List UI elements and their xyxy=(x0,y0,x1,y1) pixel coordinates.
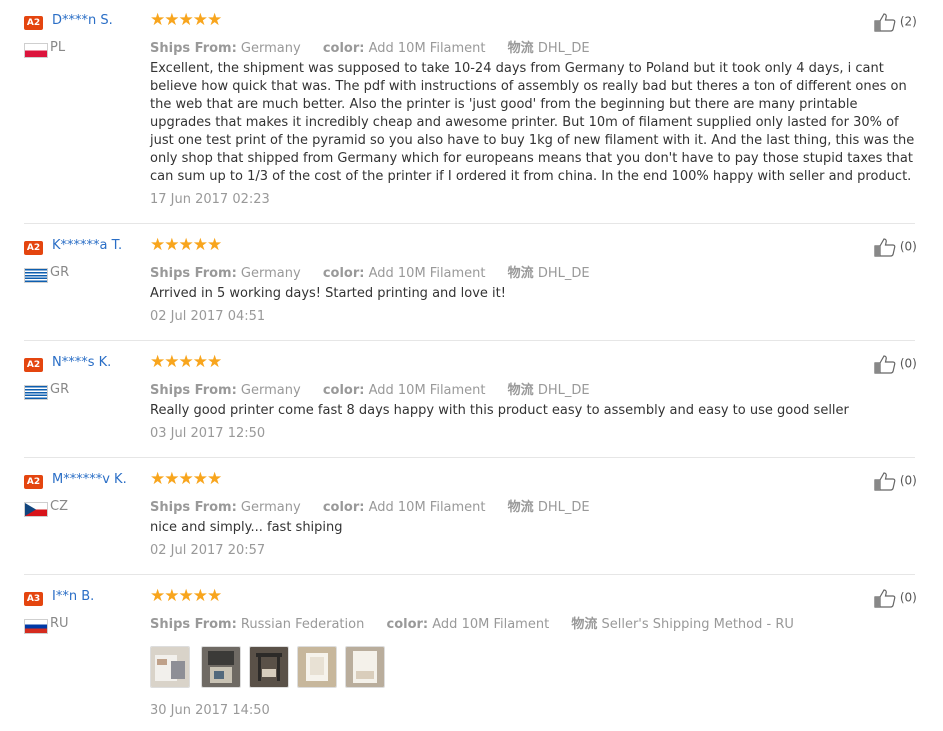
buyer-country: CZ xyxy=(50,499,68,514)
ships-from-value: Germany xyxy=(240,383,301,398)
order-info: Ships From: Germany color: Add 10M Filam… xyxy=(150,496,608,515)
like-button[interactable]: (0) xyxy=(874,471,917,491)
color-label: color: xyxy=(322,41,365,56)
review-photo-thumbnail[interactable] xyxy=(249,646,289,688)
logistics-label: 物流 xyxy=(507,266,534,281)
buyer-name-link[interactable]: D****n S. xyxy=(52,13,113,28)
review-date: 02 Jul 2017 20:57 xyxy=(150,543,266,558)
review-divider xyxy=(24,340,915,341)
buyer-level-badge: A2 xyxy=(24,475,43,489)
review-date: 17 Jun 2017 02:23 xyxy=(150,192,270,207)
ships-from-label: Ships From: xyxy=(150,41,237,56)
buyer-name-link[interactable]: I**n B. xyxy=(52,589,94,604)
buyer-name-link[interactable]: K******a T. xyxy=(52,238,122,253)
color-value: Add 10M Filament xyxy=(368,41,486,56)
flag-cz-icon xyxy=(24,502,48,517)
review-text: nice and simply... fast shiping xyxy=(150,520,343,535)
review-text: Excellent, the shipment was supposed to … xyxy=(150,61,915,184)
logistics-value: DHL_DE xyxy=(537,383,590,398)
review-date: 03 Jul 2017 12:50 xyxy=(150,426,266,441)
logistics-value: DHL_DE xyxy=(537,266,590,281)
buyer-level-badge: A2 xyxy=(24,241,43,255)
buyer-name-link[interactable]: M******v K. xyxy=(52,472,127,487)
color-label: color: xyxy=(322,266,365,281)
like-count: (2) xyxy=(899,14,917,29)
like-count: (0) xyxy=(899,473,917,488)
logistics-value: DHL_DE xyxy=(537,41,590,56)
like-button[interactable]: (2) xyxy=(874,12,917,32)
review-date: 02 Jul 2017 04:51 xyxy=(150,309,266,324)
logistics-label: 物流 xyxy=(507,383,534,398)
ships-from-label: Ships From: xyxy=(150,383,237,398)
review-divider xyxy=(24,223,915,224)
color-value: Add 10M Filament xyxy=(368,266,486,281)
review-divider xyxy=(24,574,915,575)
order-info: Ships From: Germany color: Add 10M Filam… xyxy=(150,379,608,398)
star-rating: ★★★★★ xyxy=(150,352,222,372)
review-date: 30 Jun 2017 14:50 xyxy=(150,703,270,718)
ships-from-value: Germany xyxy=(240,500,301,515)
logistics-label: 物流 xyxy=(507,500,534,515)
thumbs-up-icon xyxy=(874,355,896,374)
order-info: Ships From: Germany color: Add 10M Filam… xyxy=(150,262,608,281)
star-rating: ★★★★★ xyxy=(150,235,222,255)
review-photo-thumbnail[interactable] xyxy=(297,646,337,688)
color-value: Add 10M Filament xyxy=(368,500,486,515)
ships-from-label: Ships From: xyxy=(150,617,237,632)
review-photo-thumbnail[interactable] xyxy=(345,646,385,688)
thumbs-up-icon xyxy=(874,589,896,608)
flag-gr-icon xyxy=(24,385,48,400)
thumbs-up-icon xyxy=(874,238,896,257)
star-rating: ★★★★★ xyxy=(150,10,222,30)
buyer-country: PL xyxy=(50,40,66,55)
color-label: color: xyxy=(322,500,365,515)
review-photo-thumbnail[interactable] xyxy=(150,646,190,688)
flag-pl-icon xyxy=(24,43,48,58)
logistics-label: 物流 xyxy=(571,617,598,632)
ships-from-value: Russian Federation xyxy=(240,617,365,632)
ships-from-label: Ships From: xyxy=(150,500,237,515)
color-value: Add 10M Filament xyxy=(432,617,550,632)
star-rating: ★★★★★ xyxy=(150,469,222,489)
like-count: (0) xyxy=(899,356,917,371)
like-button[interactable]: (0) xyxy=(874,588,917,608)
thumbs-up-icon xyxy=(874,472,896,491)
buyer-level-badge: A2 xyxy=(24,358,43,372)
color-label: color: xyxy=(386,617,429,632)
like-button[interactable]: (0) xyxy=(874,354,917,374)
buyer-name-link[interactable]: N****s K. xyxy=(52,355,111,370)
logistics-label: 物流 xyxy=(507,41,534,56)
flag-ru-icon xyxy=(24,619,48,634)
logistics-value: DHL_DE xyxy=(537,500,590,515)
order-info: Ships From: Germany color: Add 10M Filam… xyxy=(150,37,608,56)
flag-gr-icon xyxy=(24,268,48,283)
like-button[interactable]: (0) xyxy=(874,237,917,257)
ships-from-value: Germany xyxy=(240,41,301,56)
ships-from-value: Germany xyxy=(240,266,301,281)
review-divider xyxy=(24,457,915,458)
color-label: color: xyxy=(322,383,365,398)
like-count: (0) xyxy=(899,239,917,254)
color-value: Add 10M Filament xyxy=(368,383,486,398)
ships-from-label: Ships From: xyxy=(150,266,237,281)
thumbs-up-icon xyxy=(874,13,896,32)
order-info: Ships From: Russian Federation color: Ad… xyxy=(150,613,812,632)
buyer-level-badge: A2 xyxy=(24,16,43,30)
like-count: (0) xyxy=(899,590,917,605)
buyer-country: GR xyxy=(50,265,70,280)
star-rating: ★★★★★ xyxy=(150,586,222,606)
buyer-country: RU xyxy=(50,616,69,631)
buyer-country: GR xyxy=(50,382,70,397)
review-text: Really good printer come fast 8 days hap… xyxy=(150,403,849,418)
review-photo-thumbnail[interactable] xyxy=(201,646,241,688)
logistics-value: Seller's Shipping Method - RU xyxy=(601,617,794,632)
buyer-level-badge: A3 xyxy=(24,592,43,606)
review-text: Arrived in 5 working days! Started print… xyxy=(150,286,506,301)
